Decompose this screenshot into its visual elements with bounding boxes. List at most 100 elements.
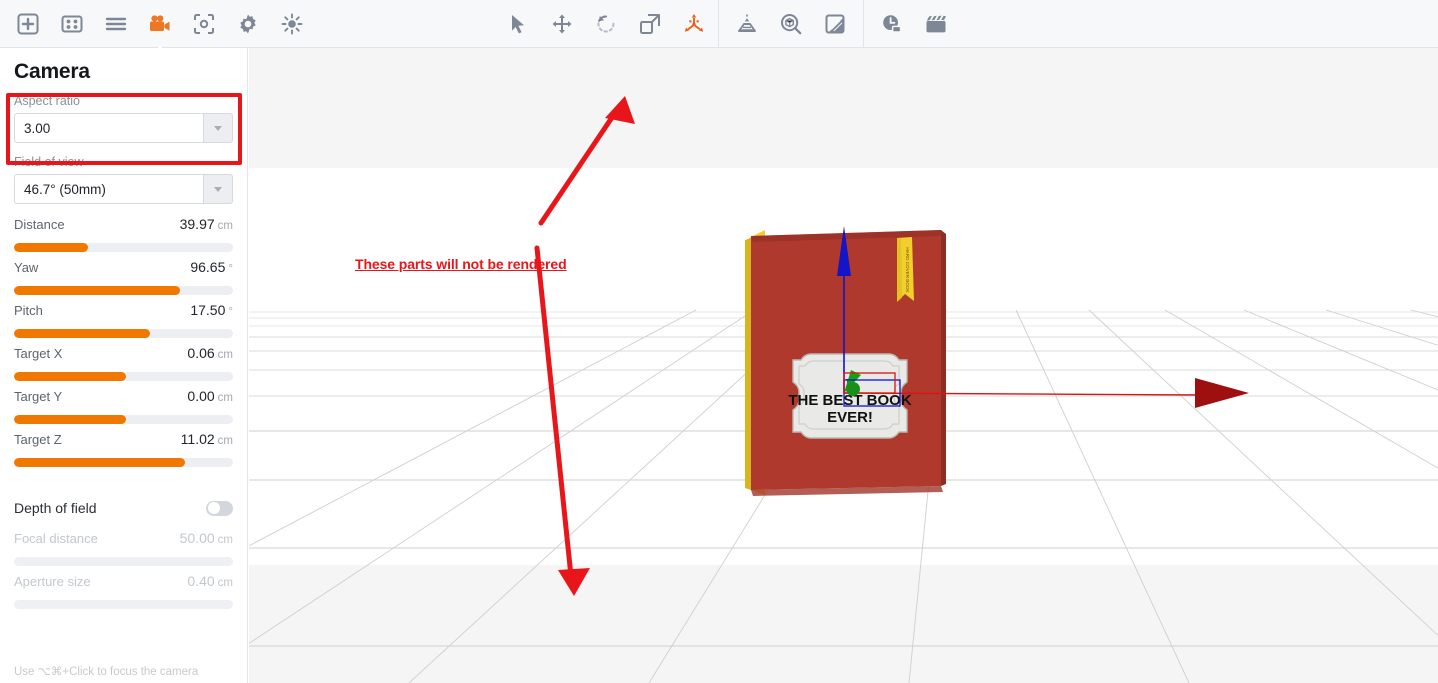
toolbar-divider — [863, 0, 864, 48]
slider-label: Yaw — [14, 260, 39, 275]
slider-track[interactable] — [14, 415, 233, 424]
toolbar-render-group — [870, 0, 958, 48]
depth-of-field-row: Depth of field — [0, 500, 247, 516]
slider-target-z[interactable]: Target Z 11.02 cm — [0, 431, 247, 467]
slider-value: 0.00 — [187, 388, 215, 404]
toolbar-left-group — [0, 0, 314, 53]
slider-target-x[interactable]: Target X 0.06 cm — [0, 345, 247, 381]
slider-unit: cm — [217, 534, 233, 546]
rotate-icon[interactable] — [589, 7, 623, 41]
slider-header: Pitch 17.50 ° — [14, 302, 233, 320]
slider-value: 0.40 — [187, 573, 215, 589]
slider-fill — [14, 286, 181, 295]
non-rendered-band-top — [249, 48, 1438, 168]
slider-unit: cm — [217, 220, 233, 232]
gizmo-plane-xy — [843, 379, 901, 407]
aspect-ratio-select[interactable]: 3.00 — [14, 113, 233, 143]
chevron-down-icon[interactable] — [203, 174, 233, 204]
toolbar-view-group — [725, 0, 857, 48]
3d-viewport[interactable]: HARD COVER BOOK The THE BEST BOOK EVER! — [249, 48, 1438, 683]
slider-label: Target X — [14, 346, 63, 361]
slider-label: Target Z — [14, 432, 62, 447]
slider-readout: 11.02 cm — [181, 431, 233, 449]
slider-distance[interactable]: Distance 39.97 cm — [0, 216, 247, 252]
gizmo-icon[interactable] — [677, 7, 711, 41]
toggle-knob — [207, 502, 220, 514]
slider-unit: cm — [217, 435, 233, 447]
page-title: Camera — [14, 60, 90, 83]
gizmo-arrow-x — [1195, 378, 1249, 408]
bookmark-text: HARD COVER BOOK — [905, 247, 910, 293]
slider-track[interactable] — [14, 372, 233, 381]
slider-fill — [14, 458, 185, 467]
aspect-ratio-field: Aspect ratio 3.00 — [0, 94, 247, 143]
select-cursor-icon[interactable] — [501, 7, 535, 41]
book-cover — [751, 230, 941, 490]
material-icon[interactable] — [818, 7, 852, 41]
slider-header: Target X 0.06 cm — [14, 345, 233, 363]
slider-label: Aperture size — [14, 574, 91, 589]
chevron-down-icon[interactable] — [203, 113, 233, 143]
lighting-icon[interactable] — [275, 7, 309, 41]
slider-unit: ° — [228, 263, 233, 275]
slider-track[interactable] — [14, 243, 233, 252]
slider-track[interactable] — [14, 329, 233, 338]
slider-label: Focal distance — [14, 531, 98, 546]
slider-value: 39.97 — [179, 216, 215, 232]
slider-value: 96.65 — [190, 259, 226, 275]
aspect-ratio-value[interactable]: 3.00 — [14, 113, 203, 143]
camera-sidebar: Camera Aspect ratio 3.00 Field of view 4… — [0, 48, 248, 683]
toolbar-transform-group — [496, 0, 716, 48]
slider-fill — [14, 415, 126, 424]
perspective-icon[interactable] — [730, 7, 764, 41]
clapperboard-icon[interactable] — [919, 7, 953, 41]
settings-gear-icon[interactable] — [231, 7, 265, 41]
camera-icon[interactable] — [143, 7, 177, 53]
gizmo-axis-x — [843, 392, 1205, 396]
book-ribbon-bookmark: HARD COVER BOOK — [897, 237, 914, 302]
slider-value: 11.02 — [180, 431, 215, 447]
slider-unit: ° — [228, 306, 233, 318]
slider-label: Target Y — [14, 389, 63, 404]
slider-track — [14, 600, 233, 609]
slider-focal-distance: Focal distance 50.00 cm — [0, 530, 247, 566]
depth-of-field-label: Depth of field — [14, 500, 97, 516]
add-icon[interactable] — [11, 7, 45, 41]
camera-sliders: Distance 39.97 cm Yaw 96.65 ° Pitch 17.50 ° Targe… — [0, 216, 247, 467]
slider-unit: cm — [217, 349, 233, 361]
top-toolbar — [0, 0, 1438, 53]
slider-readout: 0.40 cm — [187, 573, 233, 591]
slider-track[interactable] — [14, 286, 233, 295]
book-title-label: The THE BEST BOOK EVER! — [788, 353, 912, 439]
slider-target-y[interactable]: Target Y 0.00 cm — [0, 388, 247, 424]
slider-yaw[interactable]: Yaw 96.65 ° — [0, 259, 247, 295]
field-of-view-value[interactable]: 46.7° (50mm) — [14, 174, 203, 204]
slider-label: Pitch — [14, 303, 43, 318]
field-of-view-select[interactable]: 46.7° (50mm) — [14, 174, 233, 204]
slider-readout: 0.06 cm — [187, 345, 233, 363]
focus-hint-text: Use ⌥⌘+Click to focus the camera — [14, 666, 199, 678]
slider-track[interactable] — [14, 458, 233, 467]
gizmo-arrow-y — [837, 226, 851, 276]
render-time-icon[interactable] — [875, 7, 909, 41]
slider-readout: 96.65 ° — [190, 259, 233, 277]
slider-readout: 0.00 cm — [187, 388, 233, 406]
field-of-view-label: Field of view — [14, 155, 84, 169]
templates-icon[interactable] — [55, 7, 89, 41]
focus-icon[interactable] — [187, 7, 221, 41]
slider-fill — [14, 329, 150, 338]
toolbar-divider — [718, 0, 719, 48]
slider-header: Target Z 11.02 cm — [14, 431, 233, 449]
gizmo-plane-xz — [843, 372, 896, 394]
orbit-icon[interactable] — [774, 7, 808, 41]
slider-track — [14, 557, 233, 566]
slider-unit: cm — [217, 577, 233, 589]
slider-pitch[interactable]: Pitch 17.50 ° — [0, 302, 247, 338]
app-root: Camera Aspect ratio 3.00 Field of view 4… — [0, 0, 1438, 683]
slider-readout: 50.00 cm — [180, 530, 233, 548]
scale-icon[interactable] — [633, 7, 667, 41]
move-icon[interactable] — [545, 7, 579, 41]
layers-icon[interactable] — [99, 7, 133, 41]
depth-of-field-toggle[interactable] — [206, 500, 233, 516]
